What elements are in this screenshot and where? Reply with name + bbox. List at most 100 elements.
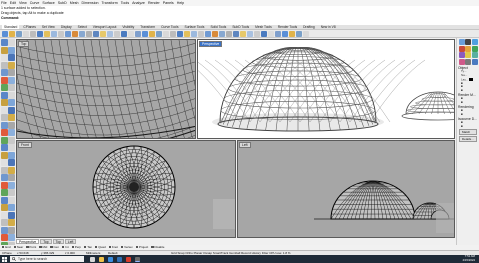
toolbar-tool-icon[interactable] — [268, 31, 274, 37]
tab-display[interactable]: Display — [59, 25, 74, 29]
toolbar-tool-icon[interactable] — [142, 31, 148, 37]
panel-tab-icon[interactable] — [471, 52, 478, 59]
toolbar-tool-icon[interactable] — [163, 31, 169, 37]
toolbar-tool-icon[interactable] — [156, 31, 162, 37]
tab-transform[interactable]: Transform — [138, 25, 157, 29]
toolbar-tool-icon[interactable] — [303, 31, 309, 37]
toolbar-tool-icon[interactable] — [233, 31, 239, 37]
toolbar-tool-icon[interactable] — [289, 31, 295, 37]
left-tool-icon[interactable] — [8, 219, 15, 226]
left-tool-icon[interactable] — [0, 114, 8, 121]
viewport-left[interactable]: Left — [237, 140, 455, 238]
toolbar-tool-icon[interactable] — [44, 31, 50, 37]
left-tool-icon[interactable] — [0, 121, 8, 129]
left-tool-icon[interactable] — [8, 144, 15, 151]
toolbar-tool-icon[interactable] — [282, 31, 288, 37]
task-view-icon[interactable] — [90, 256, 95, 262]
panel-tab-icon[interactable] — [471, 58, 478, 65]
toolbar-tool-icon[interactable] — [261, 31, 267, 37]
tab-visibility[interactable]: Visibility — [120, 25, 136, 29]
taskbar-search[interactable]: Type here to search — [10, 256, 84, 262]
panel-tab-icon[interactable] — [458, 58, 465, 65]
left-tool-icon[interactable] — [8, 39, 15, 46]
left-tool-icon[interactable] — [0, 136, 8, 144]
toolbar-tool-icon[interactable] — [135, 31, 141, 37]
tab-mesh-tools[interactable]: Mesh Tools — [253, 25, 274, 29]
toolbar-tool-icon[interactable] — [205, 31, 211, 37]
left-tool-icon[interactable] — [0, 76, 8, 84]
left-tool-icon[interactable] — [8, 99, 15, 106]
left-tool-icon[interactable] — [8, 121, 15, 129]
left-tool-icon[interactable] — [8, 166, 15, 174]
left-tool-icon[interactable] — [0, 234, 8, 241]
toolbar-tool-icon[interactable] — [247, 31, 253, 37]
toolbar-tool-icon[interactable] — [23, 31, 29, 37]
toolbar-tool-icon[interactable] — [128, 31, 134, 37]
layer-color-swatch[interactable] — [468, 77, 473, 81]
left-tool-icon[interactable] — [8, 46, 15, 54]
left-tool-icon[interactable] — [0, 99, 8, 106]
toolbar-tool-icon[interactable] — [226, 31, 232, 37]
left-tool-icon[interactable] — [0, 61, 8, 69]
tab-render-tools[interactable]: Render Tools — [276, 25, 299, 29]
toolbar-tool-icon[interactable] — [170, 31, 176, 37]
left-tool-icon[interactable] — [0, 174, 8, 181]
left-tool-icon[interactable] — [8, 69, 15, 76]
toolbar-tool-icon[interactable] — [296, 31, 302, 37]
left-tool-icon[interactable] — [0, 84, 8, 91]
left-tool-icon[interactable] — [8, 226, 15, 234]
left-tool-icon[interactable] — [0, 181, 8, 189]
left-tool-icon[interactable] — [0, 219, 8, 226]
left-tool-icon[interactable] — [0, 46, 8, 54]
panel-tab-icon[interactable] — [458, 52, 465, 59]
toolbar-tool-icon[interactable] — [121, 31, 127, 37]
left-tool-icon[interactable] — [8, 91, 15, 99]
details-button[interactable]: Details... — [459, 136, 477, 143]
toolbar-tool-icon[interactable] — [9, 31, 15, 37]
tab-standard[interactable]: Standard — [2, 25, 20, 29]
left-tool-icon[interactable] — [8, 106, 15, 114]
toolbar-tool-icon[interactable] — [86, 31, 92, 37]
toolbar-tool-icon[interactable] — [114, 31, 120, 37]
panel-tab-icon[interactable] — [465, 52, 472, 59]
panel-tab-icon[interactable] — [458, 39, 465, 45]
left-tool-icon[interactable] — [8, 196, 15, 204]
left-tool-icon[interactable] — [8, 181, 15, 189]
left-tool-icon[interactable] — [0, 69, 8, 76]
toolbar-tool-icon[interactable] — [219, 31, 225, 37]
left-tool-icon[interactable] — [8, 189, 15, 196]
toolbar-tool-icon[interactable] — [275, 31, 281, 37]
left-tool-icon[interactable] — [8, 61, 15, 69]
viewport-title[interactable]: Top — [18, 41, 30, 47]
panel-tab-icon[interactable] — [471, 39, 478, 45]
rhino-app-icon[interactable] — [135, 256, 140, 262]
panel-tab-icon[interactable] — [465, 45, 472, 52]
checkbox[interactable] — [108, 246, 112, 249]
toolbar-tool-icon[interactable] — [65, 31, 71, 37]
checkbox[interactable] — [13, 246, 16, 249]
windows-logo-icon[interactable] — [2, 256, 7, 262]
left-tool-icon[interactable] — [0, 204, 8, 211]
left-tool-icon[interactable] — [0, 159, 8, 166]
toolbar-tool-icon[interactable] — [16, 31, 22, 37]
toolbar-tool-icon[interactable] — [198, 31, 204, 37]
left-tool-icon[interactable] — [0, 106, 8, 114]
tab-subd-tools[interactable]: SubD Tools — [230, 25, 251, 29]
tab-surface-tools[interactable]: Surface Tools — [183, 25, 207, 29]
viewport-top[interactable]: Top — [16, 39, 196, 139]
viewport-title[interactable]: Perspective — [199, 41, 223, 47]
left-tool-icon[interactable] — [0, 39, 8, 46]
toolbar-tool-icon[interactable] — [72, 31, 78, 37]
left-tool-icon[interactable] — [8, 204, 15, 211]
viewport-front[interactable]: Front — [16, 140, 236, 238]
toolbar-tool-icon[interactable] — [2, 31, 8, 37]
left-tool-icon[interactable] — [8, 84, 15, 91]
file-explorer-icon[interactable] — [99, 256, 104, 262]
tab-curve-tools[interactable]: Curve Tools — [159, 25, 180, 29]
left-tool-icon[interactable] — [0, 144, 8, 151]
left-tool-icon[interactable] — [0, 211, 8, 219]
toolbar-tool-icon[interactable] — [79, 31, 85, 37]
tab-solid-tools[interactable]: Solid Tools — [208, 25, 228, 29]
panel-tab-icon[interactable] — [458, 45, 465, 52]
toolbar-tool-icon[interactable] — [240, 31, 246, 37]
